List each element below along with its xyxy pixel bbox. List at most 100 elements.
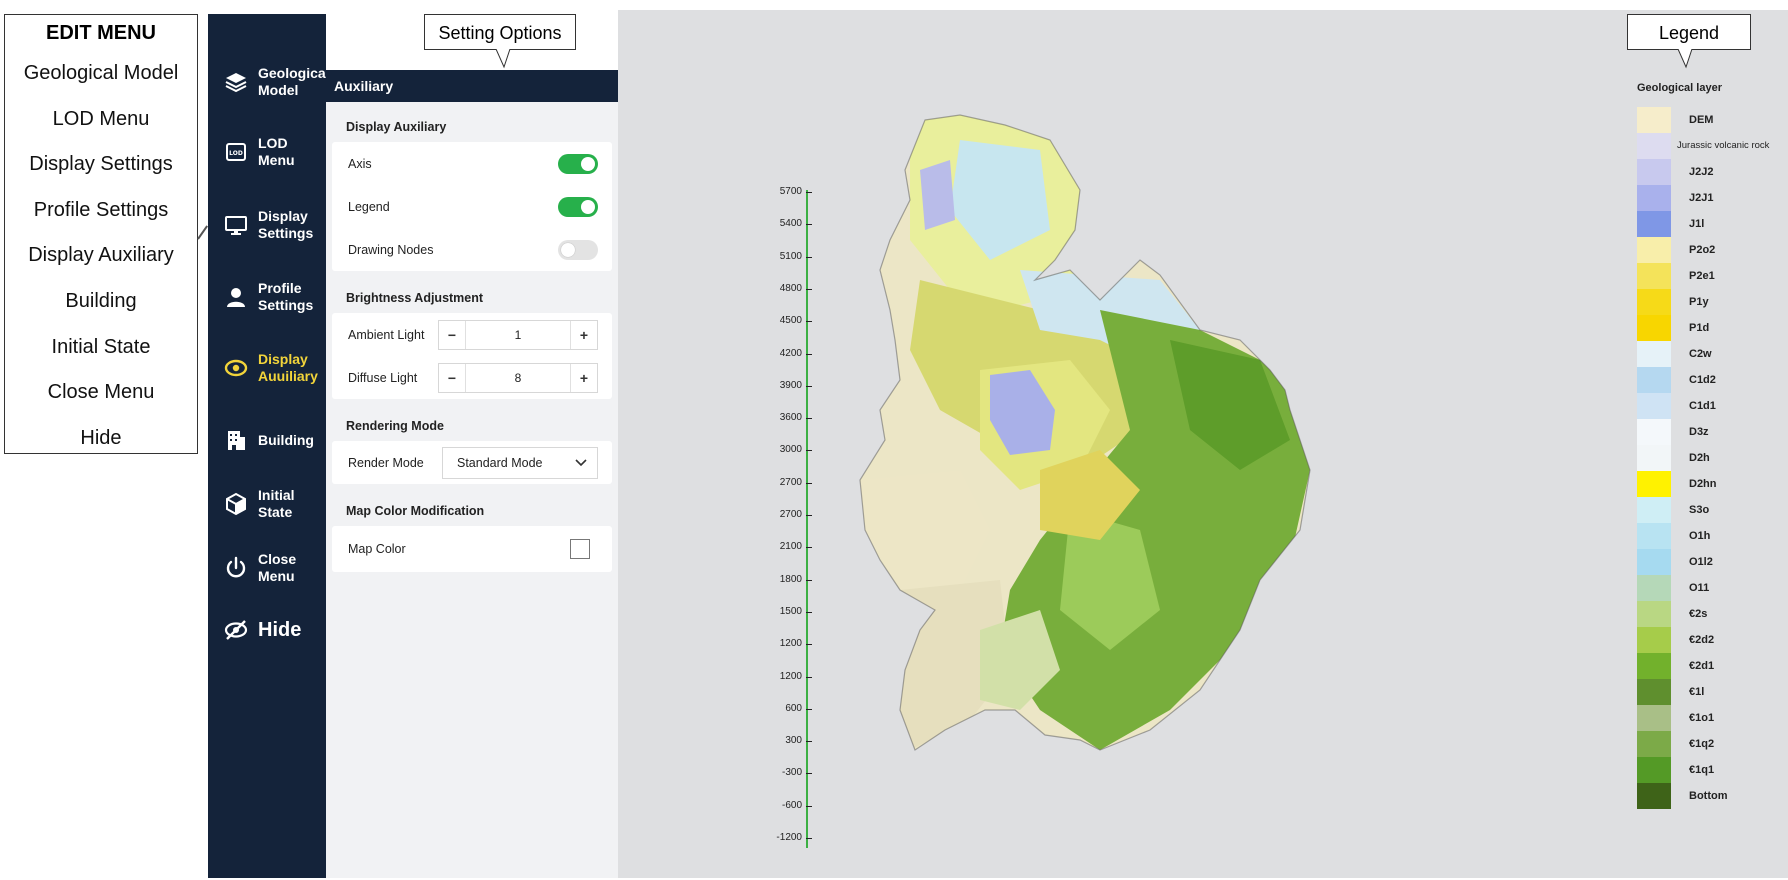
map-color-row: Map Color bbox=[332, 526, 612, 572]
sidebar-item-initial-state[interactable]: Initial State bbox=[208, 474, 326, 534]
sidebar-item-close-menu[interactable]: Close Menu bbox=[208, 538, 326, 598]
legend-item: J2J1 bbox=[1637, 185, 1769, 211]
legend-row: Legend bbox=[332, 185, 612, 228]
legend-label: €1o1 bbox=[1689, 712, 1715, 724]
legend-item: €2s bbox=[1637, 601, 1769, 627]
drawing-nodes-toggle[interactable] bbox=[558, 239, 598, 260]
legend-swatch bbox=[1637, 575, 1671, 601]
map-color-label: Map Color bbox=[348, 542, 406, 556]
legend-swatch bbox=[1637, 419, 1671, 445]
legend-item: P2e1 bbox=[1637, 263, 1769, 289]
diffuse-label: Diffuse Light bbox=[348, 370, 418, 385]
axis-tick-label: 300 bbox=[785, 735, 802, 747]
sidebar-item-label: Profile Settings bbox=[258, 280, 314, 313]
edit-menu-item: Display Auxiliary bbox=[28, 244, 174, 267]
axis-tick-label: 1200 bbox=[779, 670, 802, 682]
axis-tick-mark bbox=[806, 224, 812, 226]
sidebar-item-display-auxiliary[interactable]: Display Auuiliary bbox=[208, 338, 326, 398]
axis-tick-mark bbox=[806, 805, 812, 807]
legend-swatch bbox=[1637, 367, 1671, 393]
increment-button[interactable]: + bbox=[571, 370, 597, 386]
legend-label: Legend bbox=[348, 199, 390, 214]
legend-swatch bbox=[1637, 263, 1671, 289]
map-color-checkbox[interactable] bbox=[570, 539, 590, 559]
legend-item: D2h bbox=[1637, 445, 1769, 471]
auxiliary-panel: Auxiliary Display Auxiliary Axis Legend … bbox=[326, 70, 618, 878]
display-auxiliary-card: Axis Legend Drawing Nodes bbox=[332, 142, 612, 271]
legend-label: J1l bbox=[1689, 218, 1705, 230]
section-map-color: Map Color Modification bbox=[346, 504, 485, 518]
sidebar-item-profile-settings[interactable]: Profile Settings bbox=[208, 267, 326, 327]
legend-label: O1h bbox=[1689, 530, 1711, 542]
legend-item: P1d bbox=[1637, 315, 1769, 341]
diffuse-value[interactable]: 8 bbox=[465, 363, 571, 392]
lod-icon: LOD bbox=[224, 140, 248, 164]
edit-menu-callout: EDIT MENU Geological Model LOD Menu Disp… bbox=[4, 14, 198, 454]
legend-label: J2J2 bbox=[1689, 166, 1714, 178]
sidebar-item-hide[interactable]: Hide bbox=[208, 600, 326, 660]
geological-model[interactable] bbox=[840, 110, 1360, 850]
ambient-label: Ambient Light bbox=[348, 327, 425, 342]
axis-tick-label: 5700 bbox=[779, 186, 802, 197]
axis-tick-label: 2700 bbox=[779, 509, 802, 520]
legend-item: D2hn bbox=[1637, 471, 1769, 497]
axis-tick-mark bbox=[806, 192, 812, 193]
axis-tick-mark bbox=[806, 708, 812, 710]
legend-swatch bbox=[1637, 679, 1671, 705]
axis-toggle[interactable] bbox=[558, 153, 598, 174]
decrement-button[interactable]: − bbox=[439, 327, 465, 343]
legend-label: DEM bbox=[1689, 114, 1714, 126]
legend-item: J1l bbox=[1637, 211, 1769, 237]
axis-row: Axis bbox=[332, 142, 612, 185]
ambient-value[interactable]: 1 bbox=[465, 320, 571, 349]
sidebar-item-lod-menu[interactable]: LOD LOD Menu bbox=[208, 122, 326, 182]
ambient-row: Ambient Light − 1 + bbox=[332, 313, 612, 356]
legend-item: €1q2 bbox=[1637, 731, 1769, 757]
axis-tick-label: 1800 bbox=[779, 573, 802, 585]
legend-swatch bbox=[1637, 393, 1671, 419]
increment-button[interactable]: + bbox=[571, 327, 597, 343]
axis-tick-label: 1500 bbox=[779, 605, 802, 617]
legend-item: €1q1 bbox=[1637, 757, 1769, 783]
axis-tick-label: 2100 bbox=[779, 541, 802, 553]
render-mode-select[interactable]: Standard Mode bbox=[442, 446, 598, 479]
callout-pointer bbox=[495, 49, 511, 69]
legend-item: P1y bbox=[1637, 289, 1769, 315]
setting-options-callout: Setting Options bbox=[424, 14, 576, 50]
legend-label: P1y bbox=[1689, 296, 1709, 308]
drawing-nodes-label: Drawing Nodes bbox=[348, 242, 434, 257]
legend-label: C2w bbox=[1689, 348, 1712, 360]
legend-toggle[interactable] bbox=[558, 196, 598, 217]
legend-item: Bottom bbox=[1637, 783, 1769, 809]
legend-label: P2o2 bbox=[1689, 244, 1716, 256]
axis-tick-mark bbox=[806, 579, 812, 581]
axis-tick-label: -1200 bbox=[776, 832, 802, 843]
axis-tick-mark bbox=[806, 288, 812, 290]
legend-item: O11 bbox=[1637, 575, 1769, 601]
user-icon bbox=[224, 285, 248, 309]
decrement-button[interactable]: − bbox=[439, 370, 465, 386]
legend-swatch bbox=[1637, 445, 1671, 471]
edit-menu-item: LOD Menu bbox=[52, 107, 150, 130]
section-brightness: Brightness Adjustment bbox=[346, 291, 484, 305]
legend-swatch bbox=[1637, 549, 1671, 575]
axis-tick-mark bbox=[806, 418, 812, 420]
axis-tick-mark bbox=[806, 353, 812, 355]
legend-swatch bbox=[1637, 731, 1671, 757]
sidebar-item-building[interactable]: Building bbox=[208, 410, 326, 470]
legend-label: P1d bbox=[1689, 322, 1710, 334]
layers-icon bbox=[224, 70, 248, 94]
axis-tick-label: 600 bbox=[785, 702, 802, 714]
legend-list: DEM Jurassic volcanic rock J2J2 J2J1 J1l P2o2… bbox=[1637, 107, 1769, 809]
axis-tick-label: 4200 bbox=[779, 347, 802, 359]
legend-label: C1d1 bbox=[1689, 400, 1716, 412]
panel-header: Auxiliary bbox=[326, 70, 618, 102]
sidebar-item-display-settings[interactable]: Display Settings bbox=[208, 195, 326, 255]
legend-label: €2d1 bbox=[1689, 660, 1715, 672]
eye-slash-icon bbox=[224, 618, 248, 642]
axis-tick-mark bbox=[806, 741, 812, 743]
sidebar-item-label: Display Settings bbox=[258, 208, 314, 241]
sidebar-item-geological-model[interactable]: Geological Model bbox=[208, 52, 330, 112]
legend-label: S3o bbox=[1689, 504, 1710, 516]
axis-tick-label: 3900 bbox=[779, 379, 802, 391]
